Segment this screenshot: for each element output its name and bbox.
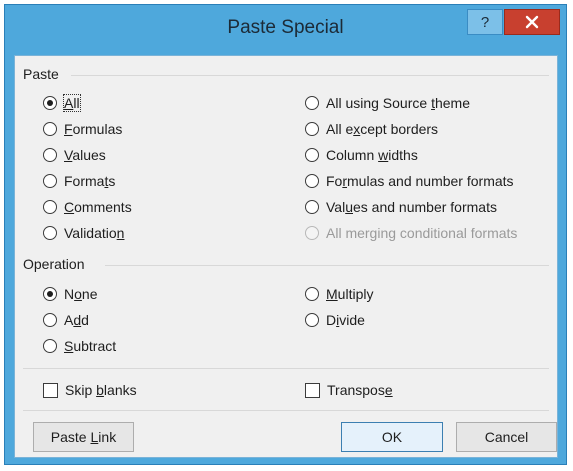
option-label: None <box>64 286 98 302</box>
dialog-body: Paste All Formulas Values Formats Commen… <box>14 55 558 458</box>
option-label: Multiply <box>326 286 374 302</box>
close-button[interactable] <box>504 9 560 35</box>
checkbox-indicator <box>43 382 58 398</box>
radio-indicator <box>305 226 319 240</box>
radio-indicator <box>305 174 319 188</box>
skip-blanks-checkbox[interactable]: Skip blanks <box>43 380 137 400</box>
radio-indicator <box>305 96 319 110</box>
paste-all-using-source-theme-radio[interactable]: All using Source theme <box>305 93 470 113</box>
paste-column-widths-radio[interactable]: Column widths <box>305 145 418 165</box>
option-label: Comments <box>64 199 132 215</box>
radio-indicator <box>305 287 319 301</box>
checkbox-indicator <box>305 382 320 398</box>
option-label: Formulas and number formats <box>326 173 514 189</box>
option-label: Divide <box>326 312 365 328</box>
option-label: Validation <box>64 225 125 241</box>
paste-formats-radio[interactable]: Formats <box>43 171 115 191</box>
radio-indicator <box>43 313 57 327</box>
paste-values-radio[interactable]: Values <box>43 145 106 165</box>
radio-indicator <box>305 122 319 136</box>
option-label: All merging conditional formats <box>326 225 518 241</box>
radio-indicator <box>305 313 319 327</box>
option-label: Values and number formats <box>326 199 497 215</box>
operation-divide-radio[interactable]: Divide <box>305 310 365 330</box>
close-icon <box>525 15 539 29</box>
radio-indicator <box>305 148 319 162</box>
operation-group-label: Operation <box>23 256 85 272</box>
transpose-checkbox[interactable]: Transpose <box>305 380 393 400</box>
operation-multiply-radio[interactable]: Multiply <box>305 284 373 304</box>
paste-link-button[interactable]: Paste Link <box>33 422 134 452</box>
help-icon: ? <box>480 13 490 31</box>
buttons-divider <box>23 410 549 411</box>
operation-subtract-radio[interactable]: Subtract <box>43 336 116 356</box>
radio-indicator <box>43 200 57 214</box>
cancel-button[interactable]: Cancel <box>456 422 557 452</box>
operation-group-divider <box>105 265 549 266</box>
options-divider <box>23 368 549 369</box>
operation-add-radio[interactable]: Add <box>43 310 89 330</box>
radio-indicator <box>43 174 57 188</box>
option-label: Add <box>64 312 89 328</box>
paste-formulas-radio[interactable]: Formulas <box>43 119 122 139</box>
option-label: Formats <box>64 173 116 189</box>
radio-indicator <box>43 339 57 353</box>
option-label: Subtract <box>64 338 117 354</box>
paste-formulas-and-number-formats-radio[interactable]: Formulas and number formats <box>305 171 514 191</box>
paste-group-label: Paste <box>23 66 59 82</box>
option-label: All except borders <box>326 121 439 137</box>
option-label: Values <box>64 147 106 163</box>
title-bar[interactable]: Paste Special ? <box>5 5 566 57</box>
paste-all-radio[interactable]: All <box>43 93 81 113</box>
option-label: Skip blanks <box>65 382 137 398</box>
paste-validation-radio[interactable]: Validation <box>43 223 124 243</box>
radio-indicator <box>43 96 57 110</box>
radio-indicator <box>43 148 57 162</box>
button-label: Cancel <box>484 429 529 445</box>
button-label: OK <box>381 429 403 445</box>
radio-indicator <box>43 226 57 240</box>
paste-special-dialog: Paste Special ? Paste All Formulas Value… <box>4 4 567 465</box>
ok-button[interactable]: OK <box>341 422 443 452</box>
paste-all-merging-conditional-formats-radio[interactable]: All merging conditional formats <box>305 223 517 243</box>
paste-all-except-borders-radio[interactable]: All except borders <box>305 119 438 139</box>
radio-indicator <box>43 122 57 136</box>
paste-comments-radio[interactable]: Comments <box>43 197 132 217</box>
option-label: Formulas <box>64 121 123 137</box>
operation-none-radio[interactable]: None <box>43 284 98 304</box>
option-label: All using Source theme <box>326 95 470 111</box>
radio-indicator <box>305 200 319 214</box>
paste-values-and-number-formats-radio[interactable]: Values and number formats <box>305 197 497 217</box>
help-button[interactable]: ? <box>467 9 503 35</box>
option-label: All <box>63 94 81 112</box>
option-label: Transpose <box>327 382 393 398</box>
paste-group-divider <box>71 75 549 76</box>
radio-indicator <box>43 287 57 301</box>
option-label: Column widths <box>326 147 418 163</box>
button-label: Paste Link <box>50 429 117 445</box>
